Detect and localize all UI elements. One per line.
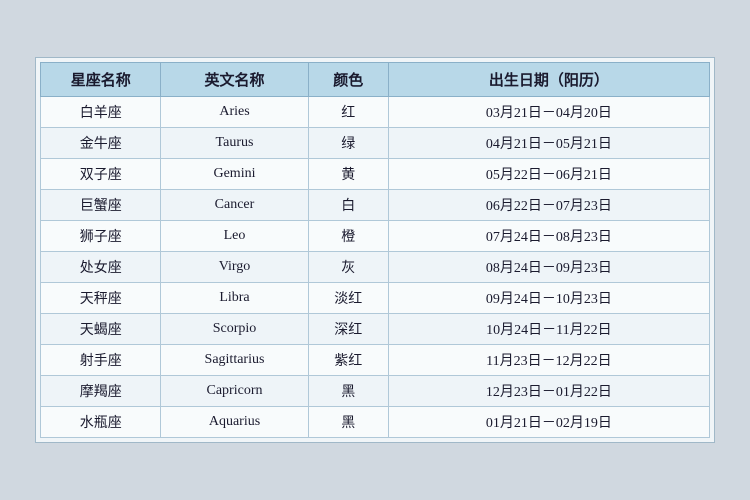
cell-date: 07月24日－08月23日 xyxy=(388,221,709,252)
cell-color: 绿 xyxy=(308,128,388,159)
cell-zh-name: 水瓶座 xyxy=(41,407,161,438)
header-date: 出生日期（阳历） xyxy=(388,63,709,97)
header-en-name: 英文名称 xyxy=(161,63,308,97)
cell-zh-name: 狮子座 xyxy=(41,221,161,252)
cell-en-name: Libra xyxy=(161,283,308,314)
cell-color: 淡红 xyxy=(308,283,388,314)
cell-color: 灰 xyxy=(308,252,388,283)
cell-en-name: Cancer xyxy=(161,190,308,221)
cell-color: 白 xyxy=(308,190,388,221)
table-row: 双子座Gemini黄05月22日－06月21日 xyxy=(41,159,710,190)
cell-date: 04月21日－05月21日 xyxy=(388,128,709,159)
table-row: 巨蟹座Cancer白06月22日－07月23日 xyxy=(41,190,710,221)
table-row: 狮子座Leo橙07月24日－08月23日 xyxy=(41,221,710,252)
cell-zh-name: 天蝎座 xyxy=(41,314,161,345)
cell-en-name: Aries xyxy=(161,97,308,128)
cell-en-name: Scorpio xyxy=(161,314,308,345)
cell-en-name: Gemini xyxy=(161,159,308,190)
zodiac-table: 星座名称 英文名称 颜色 出生日期（阳历） 白羊座Aries红03月21日－04… xyxy=(40,62,710,438)
cell-zh-name: 摩羯座 xyxy=(41,376,161,407)
cell-en-name: Sagittarius xyxy=(161,345,308,376)
cell-zh-name: 天秤座 xyxy=(41,283,161,314)
cell-color: 橙 xyxy=(308,221,388,252)
cell-zh-name: 射手座 xyxy=(41,345,161,376)
table-row: 天蝎座Scorpio深红10月24日－11月22日 xyxy=(41,314,710,345)
cell-en-name: Aquarius xyxy=(161,407,308,438)
cell-date: 05月22日－06月21日 xyxy=(388,159,709,190)
cell-date: 06月22日－07月23日 xyxy=(388,190,709,221)
header-zh-name: 星座名称 xyxy=(41,63,161,97)
table-header-row: 星座名称 英文名称 颜色 出生日期（阳历） xyxy=(41,63,710,97)
cell-zh-name: 金牛座 xyxy=(41,128,161,159)
cell-zh-name: 双子座 xyxy=(41,159,161,190)
table-row: 天秤座Libra淡红09月24日－10月23日 xyxy=(41,283,710,314)
cell-date: 01月21日－02月19日 xyxy=(388,407,709,438)
cell-en-name: Leo xyxy=(161,221,308,252)
cell-color: 红 xyxy=(308,97,388,128)
table-row: 水瓶座Aquarius黑01月21日－02月19日 xyxy=(41,407,710,438)
header-color: 颜色 xyxy=(308,63,388,97)
cell-date: 08月24日－09月23日 xyxy=(388,252,709,283)
cell-en-name: Virgo xyxy=(161,252,308,283)
cell-en-name: Taurus xyxy=(161,128,308,159)
cell-date: 10月24日－11月22日 xyxy=(388,314,709,345)
cell-color: 紫红 xyxy=(308,345,388,376)
cell-color: 黄 xyxy=(308,159,388,190)
cell-date: 09月24日－10月23日 xyxy=(388,283,709,314)
cell-date: 03月21日－04月20日 xyxy=(388,97,709,128)
cell-date: 11月23日－12月22日 xyxy=(388,345,709,376)
table-row: 处女座Virgo灰08月24日－09月23日 xyxy=(41,252,710,283)
cell-zh-name: 处女座 xyxy=(41,252,161,283)
cell-color: 黑 xyxy=(308,376,388,407)
cell-color: 深红 xyxy=(308,314,388,345)
zodiac-table-container: 星座名称 英文名称 颜色 出生日期（阳历） 白羊座Aries红03月21日－04… xyxy=(35,57,715,443)
cell-en-name: Capricorn xyxy=(161,376,308,407)
table-row: 白羊座Aries红03月21日－04月20日 xyxy=(41,97,710,128)
cell-color: 黑 xyxy=(308,407,388,438)
table-row: 射手座Sagittarius紫红11月23日－12月22日 xyxy=(41,345,710,376)
table-row: 摩羯座Capricorn黑12月23日－01月22日 xyxy=(41,376,710,407)
cell-date: 12月23日－01月22日 xyxy=(388,376,709,407)
table-row: 金牛座Taurus绿04月21日－05月21日 xyxy=(41,128,710,159)
cell-zh-name: 白羊座 xyxy=(41,97,161,128)
cell-zh-name: 巨蟹座 xyxy=(41,190,161,221)
